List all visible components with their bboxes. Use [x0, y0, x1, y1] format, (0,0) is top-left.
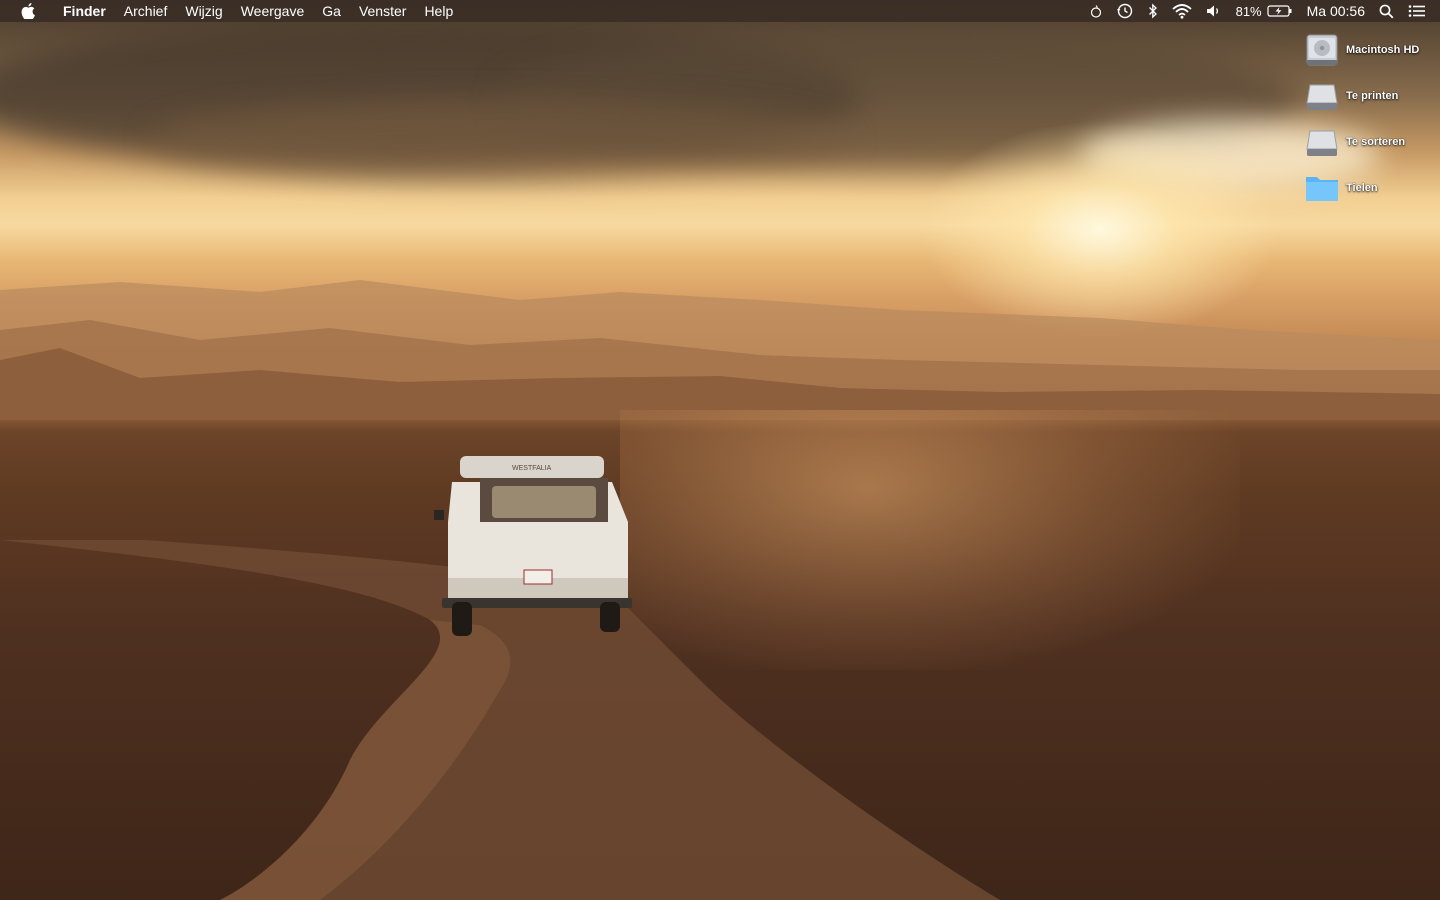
- desktop-icon-te-sorteren[interactable]: Te sorteren: [1300, 122, 1440, 162]
- menu-archief[interactable]: Archief: [115, 0, 177, 22]
- desktop-icon-label: Tielen: [1346, 182, 1378, 194]
- menu-app-finder[interactable]: Finder: [54, 0, 115, 22]
- van-top-label: WESTFALIA: [512, 465, 552, 472]
- menu-bar: Finder Archief Wijzig Weergave Ga Venste…: [0, 0, 1440, 22]
- wifi-icon[interactable]: [1171, 0, 1192, 22]
- clock[interactable]: Ma 00:56: [1307, 3, 1365, 19]
- desktop-icon-label: Macintosh HD: [1346, 44, 1420, 56]
- menu-weergave[interactable]: Weergave: [232, 0, 314, 22]
- folder-icon: [1304, 170, 1340, 206]
- desktop-icon-te-printen[interactable]: Te printen: [1300, 76, 1440, 116]
- external-drive-icon: [1304, 78, 1340, 114]
- cloud: [150, 100, 850, 180]
- bluetooth-icon[interactable]: [1148, 0, 1158, 22]
- desktop-icon-label: Te sorteren: [1346, 136, 1406, 148]
- time-machine-icon[interactable]: [1116, 0, 1134, 22]
- desktop-icon-tielen[interactable]: Tielen: [1300, 168, 1440, 208]
- menu-help[interactable]: Help: [415, 0, 462, 22]
- menu-ga[interactable]: Ga: [313, 0, 350, 22]
- hard-drive-icon: [1304, 32, 1340, 68]
- notification-center-icon[interactable]: [1408, 0, 1426, 22]
- camper-van: WESTFALIA: [434, 456, 632, 636]
- battery-charging-icon[interactable]: [1267, 0, 1293, 22]
- dirt-road: [0, 540, 1000, 900]
- desktop-icon-label: Te printen: [1346, 90, 1399, 102]
- mountain-range: [0, 280, 1440, 420]
- battery-percent[interactable]: 81%: [1236, 4, 1262, 19]
- volume-icon[interactable]: [1206, 0, 1222, 22]
- external-drive-icon: [1304, 124, 1340, 160]
- menu-wijzig[interactable]: Wijzig: [176, 0, 231, 22]
- spotlight-search-icon[interactable]: [1379, 0, 1394, 22]
- menu-venster[interactable]: Venster: [350, 0, 415, 22]
- desktop-wallpaper: WESTFALIA: [0, 0, 1440, 900]
- timer-icon[interactable]: [1090, 0, 1102, 22]
- desktop-icon-macintosh-hd[interactable]: Macintosh HD: [1300, 30, 1440, 70]
- apple-menu-icon[interactable]: [20, 2, 36, 20]
